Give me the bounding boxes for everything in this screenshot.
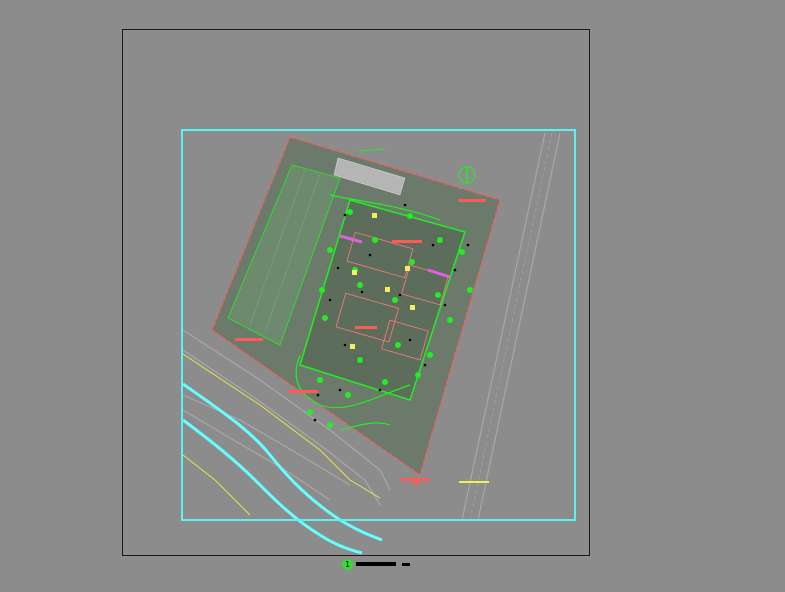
viewport-label: 1 [342, 558, 410, 570]
viewport-frame[interactable] [181, 129, 576, 521]
viewport-number-badge: 1 [342, 558, 353, 570]
viewport-scale-bar [402, 562, 410, 566]
viewport-title-bar [356, 562, 396, 566]
